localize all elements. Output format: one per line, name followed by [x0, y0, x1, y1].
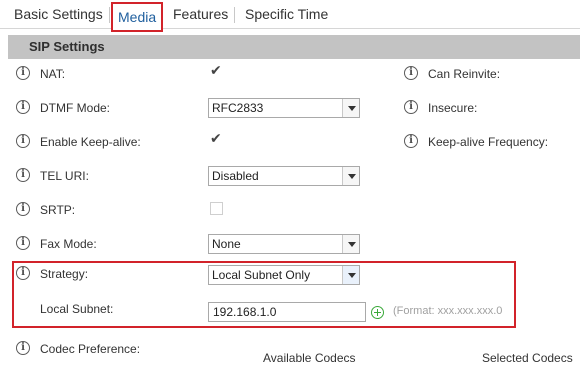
- dtmf-mode-select[interactable]: RFC2833: [208, 98, 360, 118]
- section-title: SIP Settings: [29, 39, 105, 54]
- strategy-select[interactable]: Local Subnet Only: [208, 265, 360, 285]
- checkmark-icon: ✔: [210, 131, 222, 147]
- info-icon[interactable]: i: [16, 266, 30, 280]
- plus-circle-icon[interactable]: [371, 306, 384, 319]
- tel-uri-select[interactable]: Disabled: [208, 166, 360, 186]
- info-icon[interactable]: i: [16, 66, 30, 80]
- chevron-down-icon[interactable]: [342, 235, 359, 253]
- tab-features[interactable]: Features: [167, 0, 236, 29]
- tel-uri-value: Disabled: [212, 169, 259, 183]
- sip-settings-header: SIP Settings: [8, 35, 580, 59]
- fax-mode-value: None: [212, 237, 241, 251]
- info-icon[interactable]: i: [16, 341, 30, 355]
- tab-specific-time[interactable]: Specific Time: [239, 0, 334, 29]
- keep-alive-label: Enable Keep-alive:: [40, 135, 141, 149]
- info-icon[interactable]: i: [16, 202, 30, 216]
- checkmark-icon: ✔: [210, 63, 222, 79]
- info-icon[interactable]: i: [16, 236, 30, 250]
- srtp-label: SRTP:: [40, 203, 76, 217]
- info-icon[interactable]: i: [404, 134, 418, 148]
- chevron-down-icon[interactable]: [342, 99, 359, 117]
- tab-bar: Basic Settings Media Features Specific T…: [0, 0, 580, 32]
- nat-label: NAT:: [40, 67, 66, 81]
- strategy-label: Strategy:: [40, 267, 89, 281]
- info-icon[interactable]: i: [16, 168, 30, 182]
- tel-uri-label: TEL URI:: [40, 169, 89, 183]
- fax-mode-select[interactable]: None: [208, 234, 360, 254]
- keep-alive-checkbox[interactable]: ✔: [210, 131, 223, 147]
- local-subnet-input[interactable]: 192.168.1.0: [208, 302, 366, 322]
- fax-mode-label: Fax Mode:: [40, 237, 97, 251]
- tab-basic-settings[interactable]: Basic Settings: [8, 0, 110, 29]
- available-codecs-title: Available Codecs: [263, 351, 356, 365]
- selected-codecs-title: Selected Codecs: [482, 351, 573, 365]
- info-icon[interactable]: i: [16, 134, 30, 148]
- codec-preference-label: Codec Preference:: [40, 342, 141, 356]
- chevron-down-icon[interactable]: [342, 266, 359, 284]
- can-reinvite-label: Can Reinvite:: [428, 67, 501, 81]
- keep-alive-frequency-label: Keep-alive Frequency:: [428, 135, 549, 149]
- info-icon[interactable]: i: [16, 100, 30, 114]
- dtmf-mode-value: RFC2833: [212, 101, 264, 115]
- chevron-down-icon[interactable]: [342, 167, 359, 185]
- tab-media[interactable]: Media: [111, 2, 164, 32]
- info-icon[interactable]: i: [404, 66, 418, 80]
- local-subnet-format-hint: (Format: xxx.xxx.xxx.0: [393, 305, 503, 317]
- insecure-label: Insecure:: [428, 101, 478, 115]
- srtp-checkbox[interactable]: [210, 202, 223, 215]
- dtmf-mode-label: DTMF Mode:: [40, 101, 111, 115]
- nat-checkbox[interactable]: ✔: [210, 63, 223, 79]
- local-subnet-label: Local Subnet:: [40, 302, 114, 316]
- strategy-value: Local Subnet Only: [212, 268, 311, 282]
- info-icon[interactable]: i: [404, 100, 418, 114]
